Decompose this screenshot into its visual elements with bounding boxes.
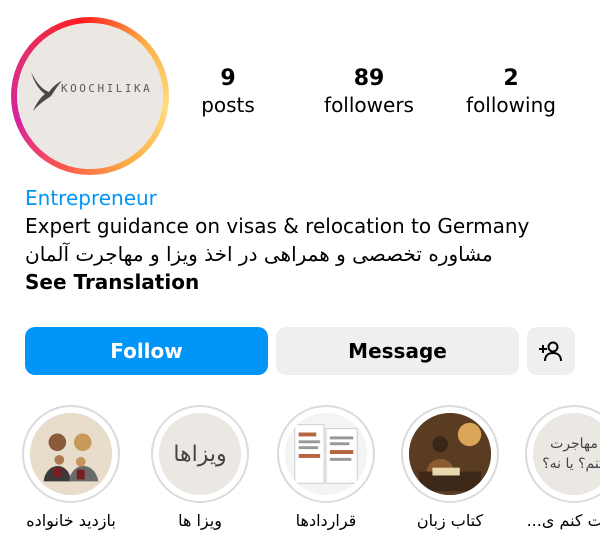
following-count: 2: [503, 66, 519, 91]
bio-line-persian: مشاوره تخصصی و همراهی در اخذ ویزا و مهاج…: [25, 242, 493, 266]
posts-stat[interactable]: 9 posts: [168, 66, 288, 118]
documents-photo-icon: [285, 413, 367, 495]
avatar-brand-text: KOOCHILIKA: [61, 82, 153, 95]
migration-text-cover: مهاجرت کنم؟ یا نه؟: [533, 413, 600, 495]
highlight-language-book[interactable]: کتاب زبان: [398, 405, 502, 530]
cover-text: ویزاها: [173, 441, 227, 467]
highlight-label: ویزا ها: [178, 511, 222, 530]
highlight-family-visit[interactable]: بازدید خانواده: [19, 405, 123, 530]
documents-photo-cover: [285, 413, 367, 495]
family-photo-cover: [30, 413, 112, 495]
family-photo-icon: [30, 413, 112, 495]
message-button[interactable]: Message: [276, 327, 519, 375]
highlight-label: قراردادها: [295, 511, 357, 530]
posts-label: posts: [201, 93, 255, 117]
highlight-ring: [401, 405, 499, 503]
suggested-users-button[interactable]: [527, 327, 575, 375]
highlight-ring: ویزاها: [151, 405, 249, 503]
reading-photo-icon: [409, 413, 491, 495]
followers-label: followers: [324, 93, 414, 117]
highlight-ring: [22, 405, 120, 503]
highlight-migration[interactable]: مهاجرت کنم؟ یا نه؟ حرت کنم ی...: [522, 405, 600, 530]
profile-bio: Entrepreneur Expert guidance on visas & …: [25, 184, 590, 296]
person-add-icon: [539, 341, 562, 362]
highlight-label: بازدید خانواده: [26, 511, 116, 530]
bio-line-english: Expert guidance on visas & relocation to…: [25, 214, 530, 238]
reading-photo-cover: [409, 413, 491, 495]
followers-stat[interactable]: 89 followers: [309, 66, 429, 118]
highlight-label: کتاب زبان: [416, 511, 484, 530]
followers-count: 89: [353, 66, 385, 91]
highlight-ring: [277, 405, 375, 503]
see-translation-link[interactable]: See Translation: [25, 268, 590, 296]
cover-text-line-1: مهاجرت: [550, 436, 598, 452]
visas-text-cover: ویزاها: [159, 413, 241, 495]
follow-button[interactable]: Follow: [25, 327, 268, 375]
avatar-image: KOOCHILIKA: [17, 23, 163, 169]
cover-text-block: مهاجرت کنم؟ یا نه؟: [542, 434, 600, 474]
highlight-visas[interactable]: ویزاها ویزا ها: [148, 405, 252, 530]
profile-category[interactable]: Entrepreneur: [25, 184, 590, 212]
profile-avatar[interactable]: KOOCHILIKA: [11, 17, 169, 175]
highlight-label: حرت کنم ی...: [526, 511, 600, 530]
highlight-ring: مهاجرت کنم؟ یا نه؟: [525, 405, 600, 503]
highlight-contracts[interactable]: قراردادها: [274, 405, 378, 530]
swallow-logo-icon: [31, 72, 62, 111]
cover-text-line-2: کنم؟ یا نه؟: [542, 456, 600, 472]
following-stat[interactable]: 2 following: [451, 66, 571, 118]
posts-count: 9: [220, 66, 236, 91]
following-label: following: [466, 93, 556, 117]
